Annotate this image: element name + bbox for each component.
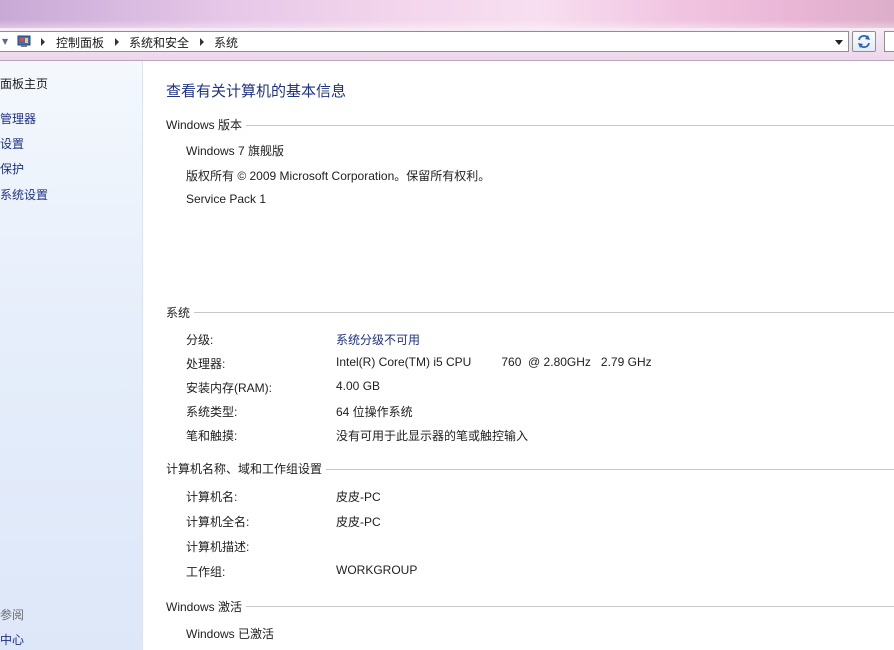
breadcrumb-separator-icon[interactable] xyxy=(41,38,45,46)
workgroup-label: 工作组: xyxy=(186,565,226,579)
windows-edition-name: Windows 7 旗舰版 xyxy=(186,144,285,158)
breadcrumb-separator-icon[interactable] xyxy=(115,38,119,46)
breadcrumb-item-control-panel[interactable]: 控制面板 xyxy=(56,34,104,51)
section-heading-system: 系统 xyxy=(166,304,195,321)
breadcrumb-separator-icon[interactable] xyxy=(200,38,204,46)
activation-status: Windows 已激活 xyxy=(186,627,275,641)
rating-link[interactable]: 系统分级不可用 xyxy=(336,331,420,348)
system-type-value: 64 位操作系统 xyxy=(336,405,413,419)
processor-label: 处理器: xyxy=(186,357,226,371)
sidebar-see-also-header: 参阅 xyxy=(0,608,25,622)
control-panel-icon xyxy=(17,35,31,47)
address-dropdown-icon[interactable] xyxy=(832,33,847,50)
sidebar-item-action-center[interactable]: 中心 xyxy=(0,631,24,648)
computer-description-label: 计算机描述: xyxy=(186,540,250,554)
sidebar-item-remote-settings[interactable]: 设置 xyxy=(0,135,24,152)
computer-name-value: 皮皮-PC xyxy=(336,490,381,504)
sidebar-item-advanced-settings[interactable]: 系统设置 xyxy=(0,186,48,203)
sidebar-item-home[interactable]: 面板主页 xyxy=(0,75,48,92)
copyright-text: 版权所有 © 2009 Microsoft Corporation。保留所有权利… xyxy=(186,169,491,183)
section-divider xyxy=(323,469,894,470)
ram-label: 安装内存(RAM): xyxy=(186,381,272,395)
section-divider xyxy=(243,606,894,607)
pen-touch-value: 没有可用于此显示器的笔或触控输入 xyxy=(336,429,529,443)
rating-label: 分级: xyxy=(186,333,214,347)
section-divider xyxy=(243,125,894,126)
full-computer-name-value: 皮皮-PC xyxy=(336,515,381,529)
pen-touch-label: 笔和触摸: xyxy=(186,429,238,443)
sidebar: 面板主页 管理器 设置 保护 系统设置 参阅 中心 xyxy=(0,61,143,650)
navigation-bar: ▼ 控制面板 系统和安全 系统 xyxy=(0,28,894,61)
section-heading-activation: Windows 激活 xyxy=(166,598,247,615)
sidebar-item-system-protection[interactable]: 保护 xyxy=(0,160,24,177)
main-content: 查看有关计算机的基本信息 Windows 版本 Windows 7 旗舰版 版权… xyxy=(143,61,894,650)
system-type-label: 系统类型: xyxy=(186,405,238,419)
full-computer-name-label: 计算机全名: xyxy=(186,515,250,529)
workgroup-value: WORKGROUP xyxy=(336,563,418,577)
computer-name-label: 计算机名: xyxy=(186,490,238,504)
page-title: 查看有关计算机的基本信息 xyxy=(166,83,347,100)
section-heading-windows-edition: Windows 版本 xyxy=(166,116,247,133)
section-divider xyxy=(193,312,894,313)
breadcrumb-item-system[interactable]: 系统 xyxy=(214,34,238,51)
refresh-button[interactable] xyxy=(852,31,876,52)
breadcrumb-item-system-security[interactable]: 系统和安全 xyxy=(129,34,189,51)
search-input[interactable] xyxy=(884,31,894,52)
sidebar-item-device-manager[interactable]: 管理器 xyxy=(0,110,36,127)
address-bar[interactable]: ▼ 控制面板 系统和安全 系统 xyxy=(0,31,849,52)
ram-value: 4.00 GB xyxy=(336,379,381,393)
window-title-bar xyxy=(0,0,894,28)
service-pack-text: Service Pack 1 xyxy=(186,192,267,206)
section-heading-computer-name: 计算机名称、域和工作组设置 xyxy=(166,460,327,477)
recent-pages-icon[interactable]: ▼ xyxy=(2,37,8,46)
refresh-icon xyxy=(858,35,870,48)
processor-value: Intel(R) Core(TM) i5 CPU 760 @ 2.80GHz 2… xyxy=(336,355,652,369)
